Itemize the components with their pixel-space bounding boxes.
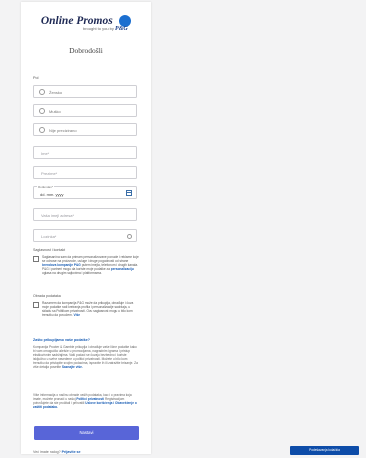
- marketing-consent-checkbox[interactable]: [33, 256, 39, 262]
- marketing-consent-text: Saglasan/na sam da primam personalizovan…: [42, 255, 140, 275]
- data-processing-text: Razumem da kompanija P&G može da prikupl…: [42, 301, 140, 317]
- last-name-placeholder: Prezime*: [41, 171, 58, 176]
- email-placeholder: Vaša imejl adresa*: [41, 213, 75, 218]
- page-title: Dobrodošli: [69, 46, 103, 55]
- birthdate-input[interactable]: Rođendan* dd. mm. yyyy: [33, 185, 137, 199]
- gender-option-unspecified[interactable]: Nije precizirano: [33, 123, 137, 136]
- brand-name: Online Promos: [40, 14, 113, 27]
- last-name-input[interactable]: Prezime*: [33, 166, 137, 179]
- calendar-icon[interactable]: [126, 190, 132, 196]
- first-name-placeholder: Ime*: [41, 151, 50, 156]
- gender-option-female[interactable]: Žensko: [33, 85, 137, 98]
- birthdate-label: Rođendan*: [37, 185, 55, 189]
- password-placeholder: Lozinka*: [41, 234, 57, 239]
- birthdate-value: dd. mm. yyyy: [40, 191, 64, 197]
- company-logo-text: P&G: [115, 26, 128, 32]
- why-collect-link[interactable]: Zašto prikupljamo vaše podatke?: [33, 338, 90, 342]
- radio-icon: [39, 89, 45, 95]
- registration-card: Online Promos brought to you by P&G Dobr…: [21, 2, 151, 454]
- cookie-settings-button[interactable]: Podešavanja kolačića: [290, 446, 359, 455]
- submit-button[interactable]: Nastavi: [34, 426, 139, 440]
- gender-option-label: Žensko: [49, 90, 63, 95]
- data-processing-body: Razumem da kompanija P&G može da prikupl…: [42, 301, 134, 318]
- privacy-paragraph-1: Kompanija Procter & Gamble prikuplja i o…: [33, 345, 139, 370]
- data-processing-label: Obrada podataka: [33, 294, 61, 298]
- brand-byline: brought to you by P&G: [83, 26, 128, 32]
- brand-circle-icon: [119, 14, 132, 27]
- first-name-input[interactable]: Ime*: [33, 146, 137, 159]
- data-processing-more-link[interactable]: Više: [74, 313, 81, 317]
- login-prompt: Već imate nalog? Prijavite se: [33, 450, 81, 454]
- login-link[interactable]: Prijavite se: [62, 450, 81, 454]
- learn-more-link[interactable]: Saznajte više.: [62, 365, 83, 369]
- consent-text-1: Saglasan/na sam da primam personalizovan…: [42, 255, 139, 264]
- personalization-link[interactable]: personalizaciju: [111, 267, 134, 271]
- consent-section-label: Saglasnost i kontakt: [33, 248, 66, 252]
- eye-icon[interactable]: [127, 234, 132, 239]
- radio-icon: [39, 127, 45, 133]
- password-input[interactable]: Lozinka*: [33, 229, 137, 242]
- gender-option-label: Nije precizirano: [49, 128, 77, 133]
- gender-label: Pol: [33, 76, 39, 80]
- privacy-text-1: Kompanija Procter & Gamble prikuplja i o…: [33, 345, 138, 370]
- consent-text-3: oglasa na drugim sajtovima i platformama…: [42, 271, 102, 276]
- email-input[interactable]: Vaša imejl adresa*: [33, 208, 137, 221]
- radio-icon: [39, 108, 45, 114]
- gender-option-label: Muško: [49, 109, 61, 114]
- gender-option-male[interactable]: Muško: [33, 104, 137, 117]
- byline-text: brought to you by: [83, 26, 114, 31]
- privacy-paragraph-2: Više informacija o načinu obrade vaših p…: [33, 393, 139, 409]
- data-processing-checkbox[interactable]: [33, 302, 39, 308]
- login-prompt-text: Već imate nalog?: [33, 450, 61, 454]
